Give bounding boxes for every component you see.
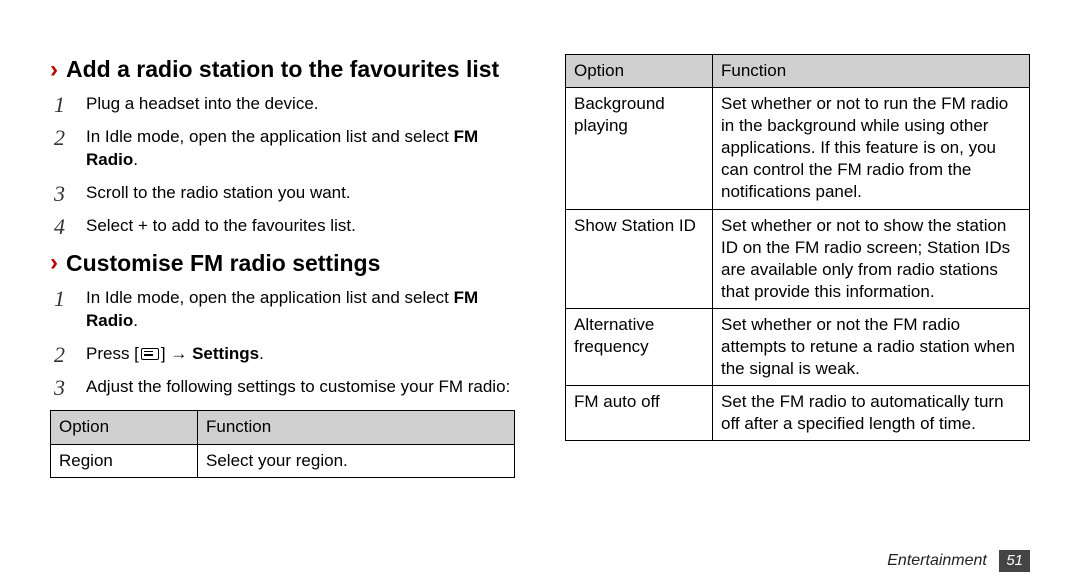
step-text: Adjust the following settings to customi…: [86, 377, 510, 396]
table-row: Region Select your region.: [51, 444, 515, 477]
step-text: .: [133, 311, 138, 330]
cell-function: Set the FM radio to automatically turn o…: [713, 386, 1030, 441]
cell-option: Alternative frequency: [566, 308, 713, 385]
step-text: .: [259, 344, 264, 363]
section-heading-favourites: › Add a radio station to the favourites …: [50, 56, 515, 83]
header-function: Function: [198, 411, 515, 444]
step-item: In Idle mode, open the application list …: [50, 126, 515, 172]
step-item: Select + to add to the favourites list.: [50, 215, 515, 238]
cell-option: Region: [51, 444, 198, 477]
steps-list-customise: In Idle mode, open the application list …: [50, 287, 515, 399]
header-option: Option: [51, 411, 198, 444]
step-item: Plug a headset into the device.: [50, 93, 515, 116]
left-column: › Add a radio station to the favourites …: [50, 50, 540, 586]
table-row: Background playing Set whether or not to…: [566, 88, 1030, 209]
step-text: Select + to add to the favourites list.: [86, 216, 356, 235]
menu-icon: [141, 348, 159, 360]
table-row: FM auto off Set the FM radio to automati…: [566, 386, 1030, 441]
steps-list-favourites: Plug a headset into the device. In Idle …: [50, 93, 515, 238]
cell-function: Set whether or not to show the station I…: [713, 209, 1030, 308]
table-row: Show Station ID Set whether or not to sh…: [566, 209, 1030, 308]
page-number: 51: [999, 550, 1030, 572]
step-text: In Idle mode, open the application list …: [86, 127, 454, 146]
cell-option: FM auto off: [566, 386, 713, 441]
section-title: Customise FM radio settings: [66, 250, 380, 277]
right-column: Option Function Background playing Set w…: [540, 50, 1030, 586]
chevron-icon: ›: [50, 58, 58, 82]
cell-option: Background playing: [566, 88, 713, 209]
options-table-left: Option Function Region Select your regio…: [50, 410, 515, 477]
table-row: Alternative frequency Set whether or not…: [566, 308, 1030, 385]
footer-section: Entertainment: [887, 552, 987, 569]
header-option: Option: [566, 55, 713, 88]
options-table-right: Option Function Background playing Set w…: [565, 54, 1030, 441]
step-text: ] →: [161, 344, 192, 363]
step-item: In Idle mode, open the application list …: [50, 287, 515, 333]
page-footer: Entertainment 51: [887, 550, 1030, 572]
cell-option: Show Station ID: [566, 209, 713, 308]
step-text: Plug a headset into the device.: [86, 94, 319, 113]
step-item: Adjust the following settings to customi…: [50, 376, 515, 399]
step-bold: Settings: [192, 344, 259, 363]
table-header-row: Option Function: [51, 411, 515, 444]
chevron-icon: ›: [50, 251, 58, 275]
step-text: Scroll to the radio station you want.: [86, 183, 351, 202]
step-item: Press [ ] → Settings.: [50, 343, 515, 366]
step-text: In Idle mode, open the application list …: [86, 288, 454, 307]
section-heading-customise: › Customise FM radio settings: [50, 250, 515, 277]
step-item: Scroll to the radio station you want.: [50, 182, 515, 205]
manual-page: › Add a radio station to the favourites …: [0, 0, 1080, 586]
table-header-row: Option Function: [566, 55, 1030, 88]
cell-function: Set whether or not to run the FM radio i…: [713, 88, 1030, 209]
cell-function: Select your region.: [198, 444, 515, 477]
section-title: Add a radio station to the favourites li…: [66, 56, 499, 83]
step-text: .: [133, 150, 138, 169]
header-function: Function: [713, 55, 1030, 88]
step-text: Press [: [86, 344, 139, 363]
cell-function: Set whether or not the FM radio attempts…: [713, 308, 1030, 385]
